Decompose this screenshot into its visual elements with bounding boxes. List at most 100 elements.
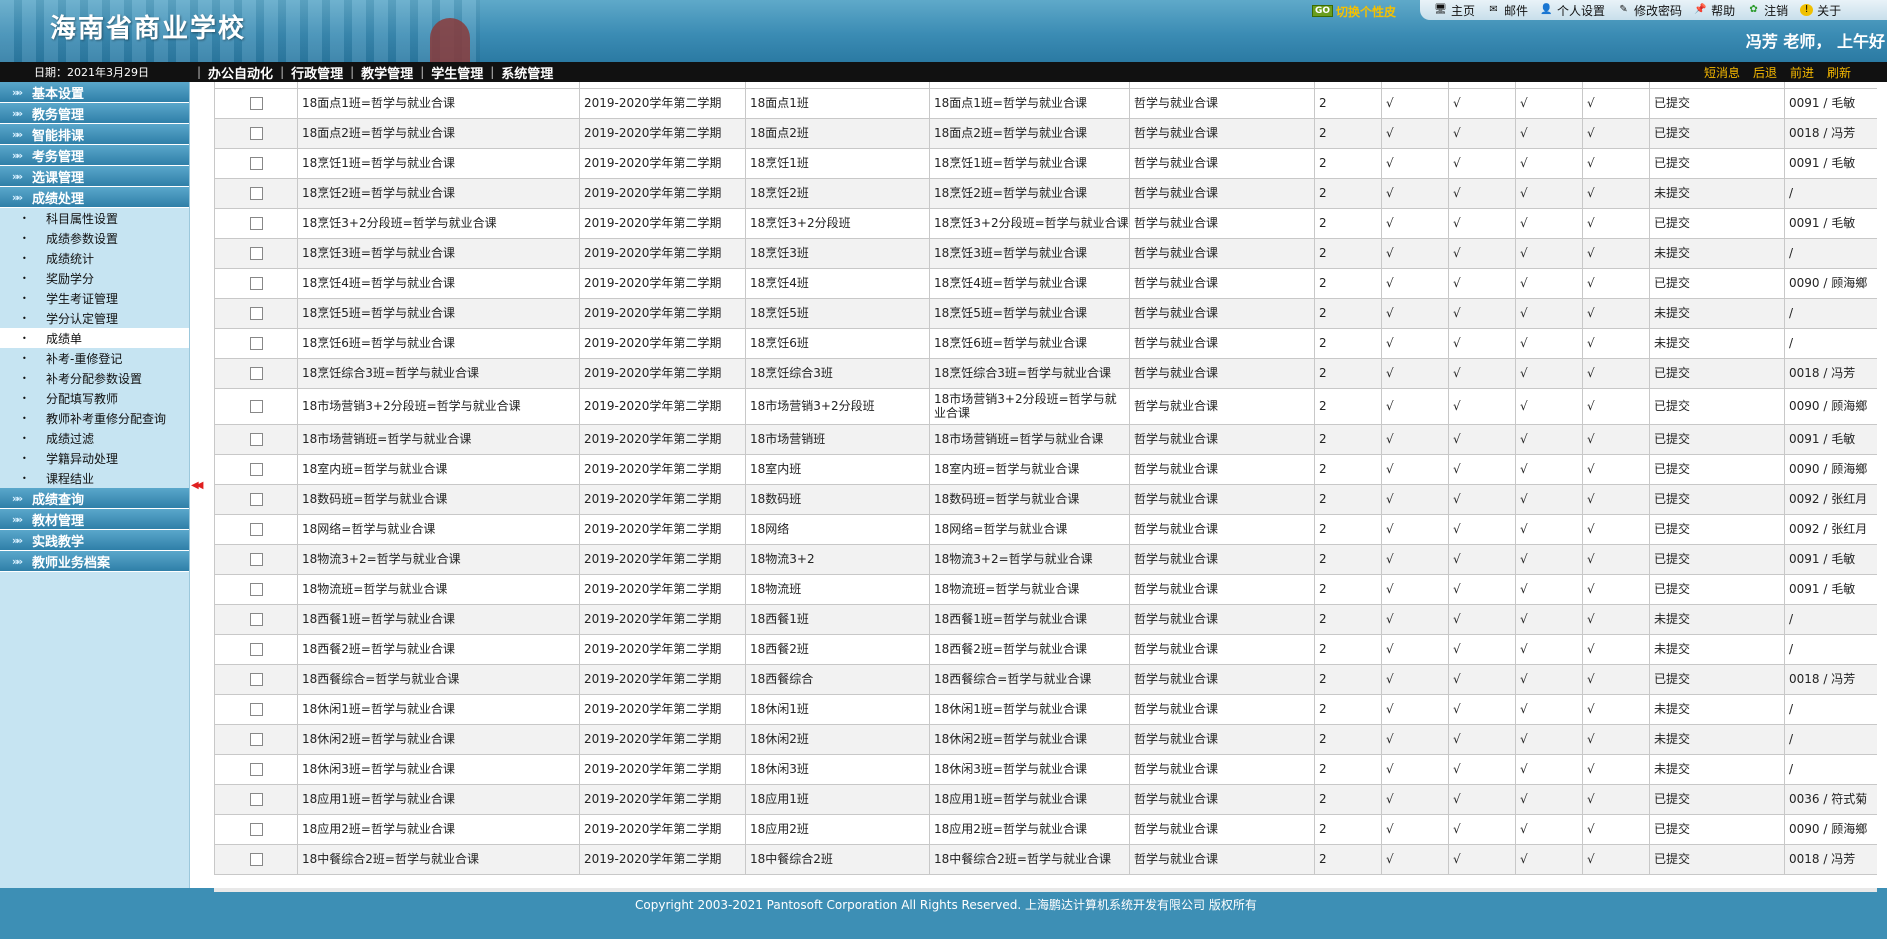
sidebar-subitem[interactable]: • 补考-重修登记 — [0, 348, 189, 368]
sidebar-group[interactable]: »» 成绩查询 — [0, 488, 189, 509]
row-select-checkbox[interactable] — [249, 247, 263, 260]
sidebar-group[interactable]: »» 智能排课 — [0, 124, 189, 145]
sidebar-subitem[interactable]: • 成绩单 — [0, 328, 189, 348]
switch-skin-label: 切换个性皮 — [1336, 4, 1397, 19]
row-select-checkbox[interactable] — [249, 463, 263, 476]
double-chevron-icon: »» — [11, 127, 23, 141]
back-link[interactable]: 后退 — [1753, 64, 1777, 81]
row-select-checkbox[interactable] — [249, 277, 263, 290]
sidebar-subitem[interactable]: • 补考分配参数设置 — [0, 368, 189, 388]
table-row: 18休闲1班=哲学与就业合课 2019-2020学年第二学期 18休闲1班 18休闲1… — [214, 693, 1877, 725]
teacher-cell: / — [1784, 723, 1877, 755]
menu-system[interactable]: 系统管理 — [501, 63, 553, 82]
check-mark-4-cell: √ — [1582, 207, 1650, 239]
sidebar-subitem[interactable]: • 学生考证管理 — [0, 288, 189, 308]
sidebar-subitem[interactable]: • 成绩统计 — [0, 248, 189, 268]
row-select-checkbox[interactable] — [249, 823, 263, 836]
refresh-link[interactable]: 刷新 — [1827, 64, 1851, 81]
sidebar-group[interactable]: »» 基本设置 — [0, 82, 189, 103]
sidebar-subitem[interactable]: • 成绩过滤 — [0, 428, 189, 448]
sidebar-subitem[interactable]: • 课程结业 — [0, 468, 189, 488]
check-mark-3-cell: √ — [1515, 783, 1583, 815]
nav-logout-link[interactable]: ✿ 注销 — [1747, 2, 1788, 19]
nav-change-password-link[interactable]: ✎ 修改密码 — [1617, 2, 1682, 19]
row-select-checkbox[interactable] — [249, 583, 263, 596]
sidebar-group[interactable]: »» 实践教学 — [0, 530, 189, 551]
subject-name-cell: 哲学与就业合课 — [1129, 723, 1315, 755]
check-mark-3-cell: √ — [1515, 207, 1583, 239]
switch-skin-button[interactable]: GO 切换个性皮 — [1312, 2, 1396, 20]
menu-office-automation[interactable]: 办公自动化 — [208, 63, 273, 82]
credit-cell: 2 — [1314, 483, 1382, 515]
sidebar-subitem[interactable]: • 学籍异动处理 — [0, 448, 189, 468]
check-mark-1-cell: √ — [1381, 813, 1449, 845]
term-cell: 2019-2020学年第二学期 — [579, 543, 746, 575]
collapse-sidebar-icon[interactable]: ◀◀ — [191, 480, 204, 491]
check-mark-4-cell: √ — [1582, 843, 1650, 875]
sidebar-group[interactable]: »» 考务管理 — [0, 145, 189, 166]
sidebar-subitem[interactable]: • 成绩参数设置 — [0, 228, 189, 248]
check-mark-2-cell: √ — [1448, 693, 1516, 725]
row-select-checkbox[interactable] — [249, 673, 263, 686]
nav-help-link[interactable]: 📌 帮助 — [1694, 2, 1735, 19]
row-select-checkbox[interactable] — [249, 613, 263, 626]
row-select-checkbox[interactable] — [249, 337, 263, 350]
nav-about-link[interactable]: ! 关于 — [1800, 2, 1841, 19]
row-select-checkbox[interactable] — [249, 793, 263, 806]
teacher-cell: / — [1784, 237, 1877, 269]
row-select-checkbox[interactable] — [249, 703, 263, 716]
row-select-checkbox[interactable] — [249, 733, 263, 746]
credit-cell: 2 — [1314, 207, 1382, 239]
check-mark-4-cell: √ — [1582, 723, 1650, 755]
check-mark-2-cell: √ — [1448, 177, 1516, 209]
sidebar-subitem[interactable]: • 教师补考重修分配查询 — [0, 408, 189, 428]
sidebar-group[interactable]: »» 成绩处理 — [0, 187, 189, 208]
row-select-checkbox[interactable] — [249, 187, 263, 200]
double-chevron-icon: »» — [11, 85, 23, 99]
row-select-checkbox[interactable] — [249, 400, 263, 413]
row-select-checkbox[interactable] — [249, 367, 263, 380]
row-select-checkbox[interactable] — [249, 157, 263, 170]
row-select-checkbox[interactable] — [249, 643, 263, 656]
sidebar-group[interactable]: »» 教师业务档案 — [0, 551, 189, 572]
subject-name-cell: 哲学与就业合课 — [1129, 237, 1315, 269]
row-select-checkbox[interactable] — [249, 553, 263, 566]
menu-teaching[interactable]: 教学管理 — [361, 63, 413, 82]
nav-mail-link[interactable]: ✉ 邮件 — [1487, 2, 1528, 19]
class-name-cell: 18室内班 — [745, 453, 930, 485]
row-select-checkbox[interactable] — [249, 433, 263, 446]
bullet-icon: • — [22, 213, 27, 223]
row-select-checkbox[interactable] — [249, 97, 263, 110]
credit-cell: 2 — [1314, 663, 1382, 695]
nav-personal-settings-link[interactable]: 👤 个人设置 — [1540, 2, 1605, 19]
row-select-checkbox[interactable] — [249, 853, 263, 866]
info-icon: ! — [1800, 4, 1814, 16]
row-select-checkbox[interactable] — [249, 217, 263, 230]
check-mark-1-cell: √ — [1381, 297, 1449, 329]
sidebar-subitem[interactable]: • 学分认定管理 — [0, 308, 189, 328]
sidebar-subitem[interactable]: • 科目属性设置 — [0, 208, 189, 228]
row-select-checkbox[interactable] — [249, 493, 263, 506]
short-message-link[interactable]: 短消息 — [1704, 64, 1740, 81]
menu-administration[interactable]: 行政管理 — [291, 63, 343, 82]
sidebar-subitem[interactable]: • 分配填写教师 — [0, 388, 189, 408]
row-select-checkbox[interactable] — [249, 127, 263, 140]
grade-sheet-name-cell: 18烹饪2班=哲学与就业合课 — [297, 177, 580, 209]
menu-students[interactable]: 学生管理 — [431, 63, 483, 82]
row-select-checkbox[interactable] — [249, 523, 263, 536]
credit-cell: 2 — [1314, 783, 1382, 815]
sidebar-group[interactable]: »» 教务管理 — [0, 103, 189, 124]
row-select-checkbox[interactable] — [249, 307, 263, 320]
term-cell: 2019-2020学年第二学期 — [579, 633, 746, 665]
bullet-icon: • — [22, 273, 27, 283]
term-cell: 2019-2020学年第二学期 — [579, 237, 746, 269]
sidebar-group[interactable]: »» 教材管理 — [0, 509, 189, 530]
sidebar-group-label: 考务管理 — [32, 149, 85, 165]
teacher-cell: 0090 / 顾海鄉 — [1784, 813, 1877, 845]
sidebar-group[interactable]: »» 选课管理 — [0, 166, 189, 187]
sidebar-subitem[interactable]: • 奖励学分 — [0, 268, 189, 288]
nav-home-link[interactable]: 🖥 主页 — [1434, 2, 1475, 19]
forward-link[interactable]: 前进 — [1790, 64, 1814, 81]
row-select-checkbox[interactable] — [249, 763, 263, 776]
bullet-icon: • — [22, 313, 27, 323]
